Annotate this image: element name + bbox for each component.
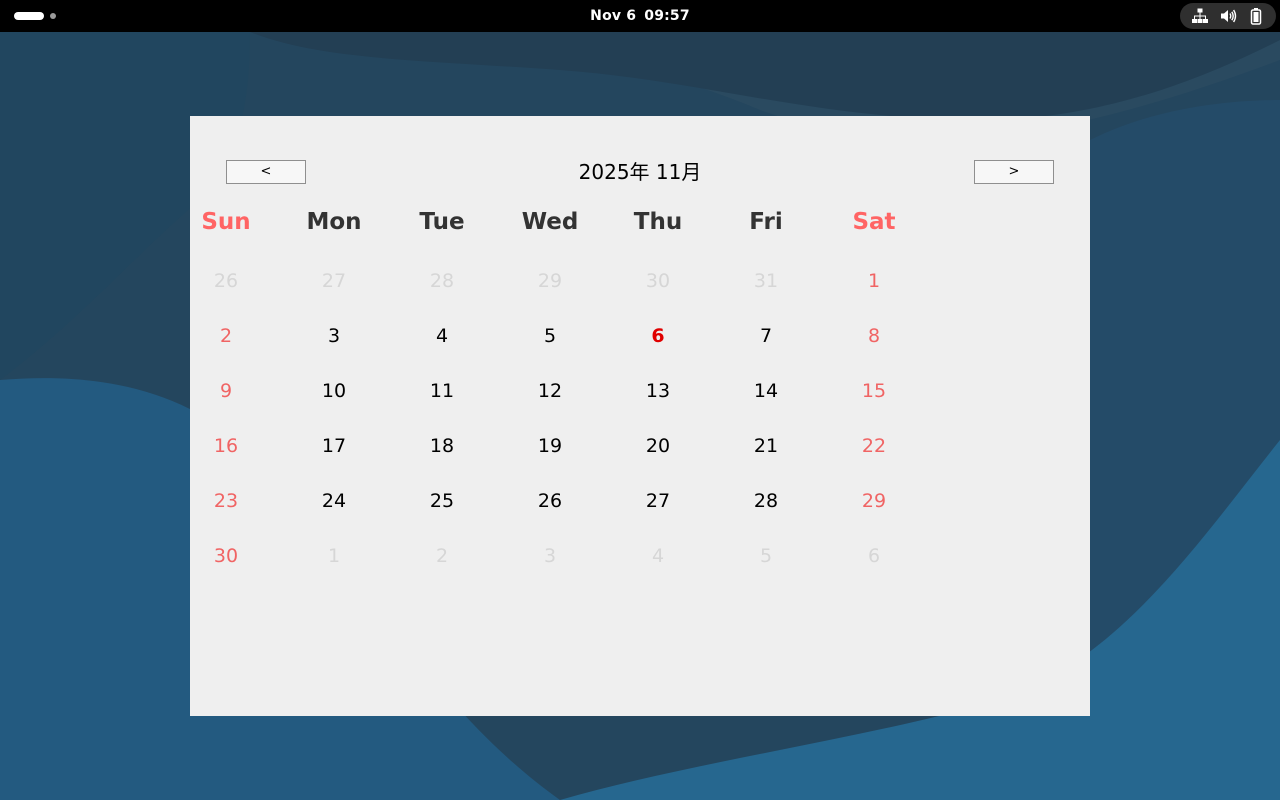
day-cell[interactable]: 11 <box>412 378 472 404</box>
volume-icon <box>1221 9 1237 23</box>
day-cell[interactable]: 26 <box>520 488 580 514</box>
clock[interactable]: Nov 6 09:57 <box>0 0 1280 32</box>
day-cell-other-month[interactable]: 27 <box>304 268 364 294</box>
day-cell[interactable]: 4 <box>412 323 472 349</box>
day-cell-other-month[interactable]: 1 <box>304 543 364 569</box>
day-cell[interactable]: 18 <box>412 433 472 459</box>
day-cell-other-month[interactable]: 29 <box>520 268 580 294</box>
day-cell[interactable]: 7 <box>736 323 796 349</box>
day-cell-other-month[interactable]: 6 <box>844 543 904 569</box>
day-cell-other-month[interactable]: 4 <box>628 543 688 569</box>
day-cell[interactable]: 12 <box>520 378 580 404</box>
day-cell[interactable]: 15 <box>844 378 904 404</box>
day-cell[interactable]: 14 <box>736 378 796 404</box>
day-cell[interactable]: 21 <box>736 433 796 459</box>
day-cell[interactable]: 8 <box>844 323 904 349</box>
day-cell[interactable]: 22 <box>844 433 904 459</box>
day-cell[interactable]: 5 <box>520 323 580 349</box>
day-cell-other-month[interactable]: 5 <box>736 543 796 569</box>
day-cell[interactable]: 30 <box>196 543 256 569</box>
day-cell-other-month[interactable]: 31 <box>736 268 796 294</box>
day-cell[interactable]: 28 <box>736 488 796 514</box>
day-cell[interactable]: 27 <box>628 488 688 514</box>
desktop: Nov 6 09:57 < 2025年 11月 > Sun Mon Tue We… <box>0 0 1280 800</box>
day-cell-other-month[interactable]: 2 <box>412 543 472 569</box>
day-cell[interactable]: 29 <box>844 488 904 514</box>
day-cell[interactable]: 20 <box>628 433 688 459</box>
day-cell-other-month[interactable]: 28 <box>412 268 472 294</box>
day-cell[interactable]: 23 <box>196 488 256 514</box>
day-cell[interactable]: 3 <box>304 323 364 349</box>
day-cell[interactable]: 16 <box>196 433 256 459</box>
day-cell-today[interactable]: 6 <box>628 323 688 349</box>
day-cell[interactable]: 1 <box>844 268 904 294</box>
day-grid: 26 27 28 29 30 31 1 2 3 4 5 6 7 8 9 10 11 12 13 14 15 16 17 18 1… <box>190 116 1090 716</box>
day-cell[interactable]: 19 <box>520 433 580 459</box>
clock-date: Nov 6 <box>590 8 637 24</box>
day-cell[interactable]: 25 <box>412 488 472 514</box>
day-cell[interactable]: 24 <box>304 488 364 514</box>
system-status-area[interactable] <box>1180 3 1276 29</box>
top-bar: Nov 6 09:57 <box>0 0 1280 32</box>
day-cell[interactable]: 9 <box>196 378 256 404</box>
clock-time: 09:57 <box>644 8 690 24</box>
day-cell-other-month[interactable]: 30 <box>628 268 688 294</box>
day-cell[interactable]: 17 <box>304 433 364 459</box>
network-wired-icon <box>1192 8 1208 23</box>
day-cell[interactable]: 13 <box>628 378 688 404</box>
day-cell-other-month[interactable]: 26 <box>196 268 256 294</box>
day-cell[interactable]: 10 <box>304 378 364 404</box>
calendar-window: < 2025年 11月 > Sun Mon Tue Wed Thu Fri Sat 26 27… <box>190 116 1090 716</box>
day-cell-other-month[interactable]: 3 <box>520 543 580 569</box>
day-cell[interactable]: 2 <box>196 323 256 349</box>
battery-icon <box>1250 8 1262 25</box>
